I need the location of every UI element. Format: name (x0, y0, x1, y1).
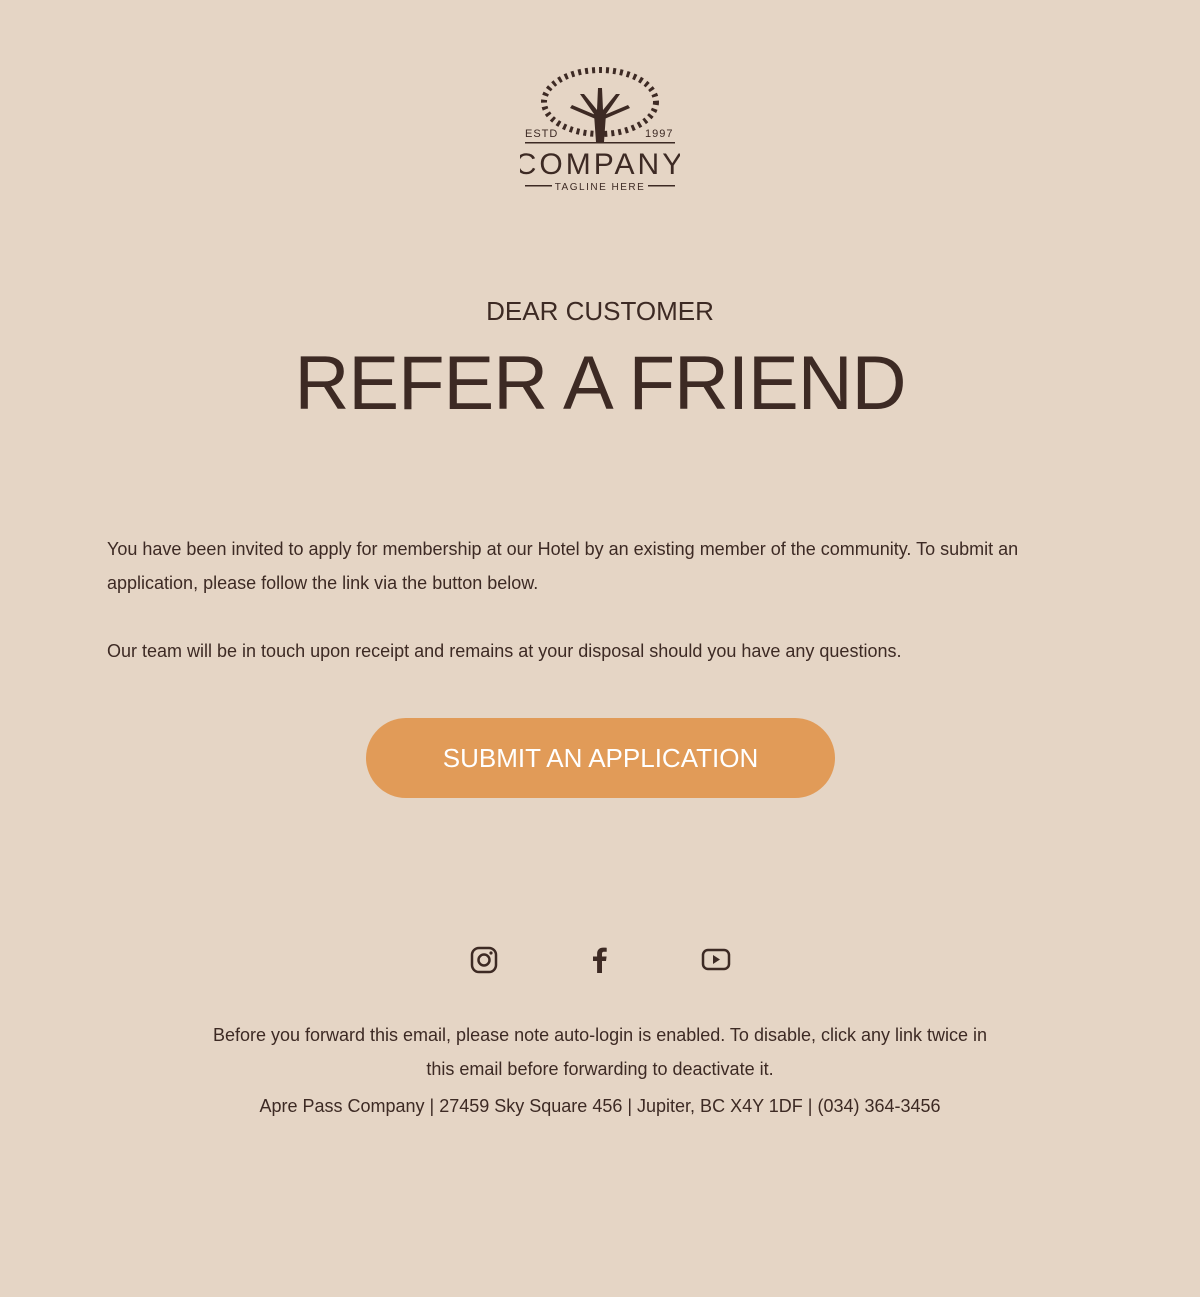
greeting: DEAR CUSTOMER (486, 296, 714, 326)
svg-text:1997: 1997 (645, 128, 673, 140)
youtube-icon[interactable] (700, 944, 732, 976)
company-address: Apre Pass Company | 27459 Sky Square 456… (259, 1096, 941, 1116)
svg-text:COMPANY: COMPANY (520, 148, 680, 181)
page-title: REFER A FRIEND (294, 341, 907, 426)
forward-note: Before you forward this email, please no… (212, 1025, 988, 1079)
body-paragraph: Our team will be in touch upon receipt a… (107, 641, 902, 661)
body-paragraph: You have been invited to apply for membe… (107, 539, 1019, 593)
facebook-icon[interactable] (584, 944, 616, 976)
company-logo: ESTD 1997 COMPANY TAGLINE HERE (520, 67, 680, 193)
svg-text:TAGLINE HERE: TAGLINE HERE (555, 182, 646, 193)
submit-application-button[interactable]: SUBMIT AN APPLICATION (366, 718, 835, 798)
email-page: ESTD 1997 COMPANY TAGLINE HERE DEAR CUST… (0, 0, 1200, 1297)
instagram-icon[interactable] (468, 944, 500, 976)
email-body: You have been invited to apply for membe… (107, 532, 1097, 702)
svg-text:ESTD: ESTD (525, 128, 558, 140)
